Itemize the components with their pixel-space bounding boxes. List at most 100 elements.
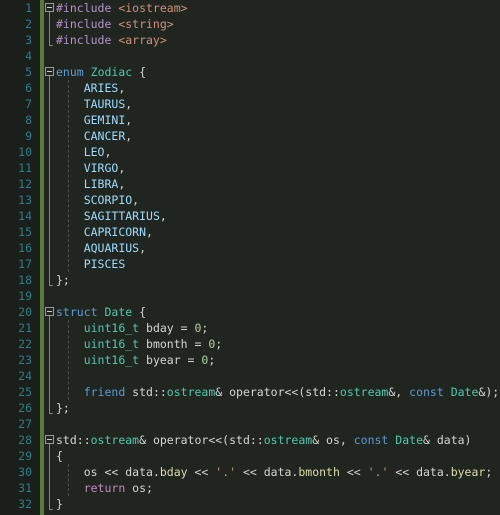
line-number: 14 [18, 209, 32, 223]
fold-scope-end [49, 45, 53, 46]
line-number: 30 [18, 465, 32, 479]
code-token: << data. [236, 465, 299, 479]
code-token: ; [201, 321, 209, 335]
code-token: , [118, 161, 126, 175]
code-token: , [139, 241, 147, 255]
code-token: ; [485, 465, 493, 479]
code-token: #include [56, 33, 119, 47]
code-token: bmonth = [139, 337, 209, 351]
fold-scope-line [49, 76, 50, 285]
code-token: << data. [388, 465, 451, 479]
code-token: , [125, 129, 133, 143]
code-token: const [353, 433, 389, 447]
line-number: 10 [18, 145, 32, 159]
code-token: os << data. [56, 465, 160, 479]
line-number: 18 [18, 273, 32, 287]
line-number: 1 [25, 1, 32, 15]
code-token: TAURUS [83, 97, 126, 111]
line-number: 8 [25, 113, 32, 127]
indent-guide [68, 464, 69, 496]
code-token: CAPRICORN [83, 225, 147, 239]
fold-toggle-icon[interactable] [45, 3, 54, 12]
fold-scope-end [49, 285, 53, 286]
code-token: byear [450, 465, 486, 479]
code-token: }; [56, 273, 70, 287]
code-token: ; [208, 353, 216, 367]
line-number: 5 [25, 65, 32, 79]
code-token: CANCER [83, 129, 126, 143]
line-number: 22 [18, 337, 32, 351]
code-token: AQUARIUS [83, 241, 140, 255]
code-token: uint16_t [83, 353, 140, 367]
fold-toggle-icon[interactable] [45, 67, 54, 76]
code-token: '.' [215, 465, 237, 479]
code-token: uint16_t [83, 321, 140, 335]
line-number: 9 [25, 129, 32, 143]
code-token: bday = [139, 321, 195, 335]
code-token: GEMINI [83, 113, 126, 127]
code-token: byear = [139, 353, 202, 367]
code-token: , [118, 177, 126, 191]
line-number: 6 [25, 81, 32, 95]
code-token: , [118, 81, 126, 95]
code-token: std:: [56, 433, 91, 447]
line-number: 3 [25, 33, 32, 47]
code-token: friend [83, 385, 126, 399]
code-token: & os, [312, 433, 354, 447]
line-number: 7 [25, 97, 32, 111]
code-token: LIBRA [83, 177, 119, 191]
line-number: 2 [25, 17, 32, 31]
code-token: #include [56, 1, 119, 15]
code-token: #include [56, 17, 119, 31]
code-token: return [83, 481, 126, 495]
code-token: Date [395, 433, 423, 447]
line-number: 4 [25, 49, 32, 63]
line-number: 17 [18, 257, 32, 271]
fold-scope-end [49, 413, 53, 414]
line-number: 24 [18, 369, 32, 383]
code-token: const [409, 385, 444, 399]
code-token: bday [159, 465, 188, 479]
line-number: 19 [18, 289, 32, 303]
code-token: uint16_t [83, 337, 140, 351]
code-token: << [187, 465, 216, 479]
code-token: , [159, 209, 167, 223]
code-token: Date [104, 305, 133, 319]
fold-scope-line [49, 12, 50, 45]
code-token: & operator<<(std:: [215, 385, 340, 399]
code-token: & operator<<(std:: [139, 433, 264, 447]
code-token: ; [215, 337, 223, 351]
code-token: LEO [83, 145, 105, 159]
line-number: 20 [18, 305, 32, 319]
code-token: os; [125, 481, 153, 495]
code-editor[interactable]: 1 2 3 4 5 6 7 8 9 10 11 12 13 14 15 16 17 18 19 20 21 22 23 24 2… [0, 0, 500, 515]
line-number: 27 [18, 417, 32, 431]
code-token: & data) [423, 433, 472, 447]
code-token: struct [56, 305, 98, 319]
code-token: '.' [367, 465, 389, 479]
code-content-area[interactable]: #include <iostream> #include <string> #inc… [44, 0, 500, 515]
indent-guide [68, 320, 69, 400]
line-number: 21 [18, 321, 32, 335]
code-token: VIRGO [83, 161, 119, 175]
code-token: { [132, 65, 147, 79]
line-number: 11 [18, 161, 32, 175]
indent-guide [68, 80, 69, 272]
fold-toggle-icon[interactable] [45, 307, 54, 316]
line-number: 16 [18, 241, 32, 255]
fold-toggle-icon[interactable] [45, 435, 54, 444]
code-token: bmonth [298, 465, 340, 479]
